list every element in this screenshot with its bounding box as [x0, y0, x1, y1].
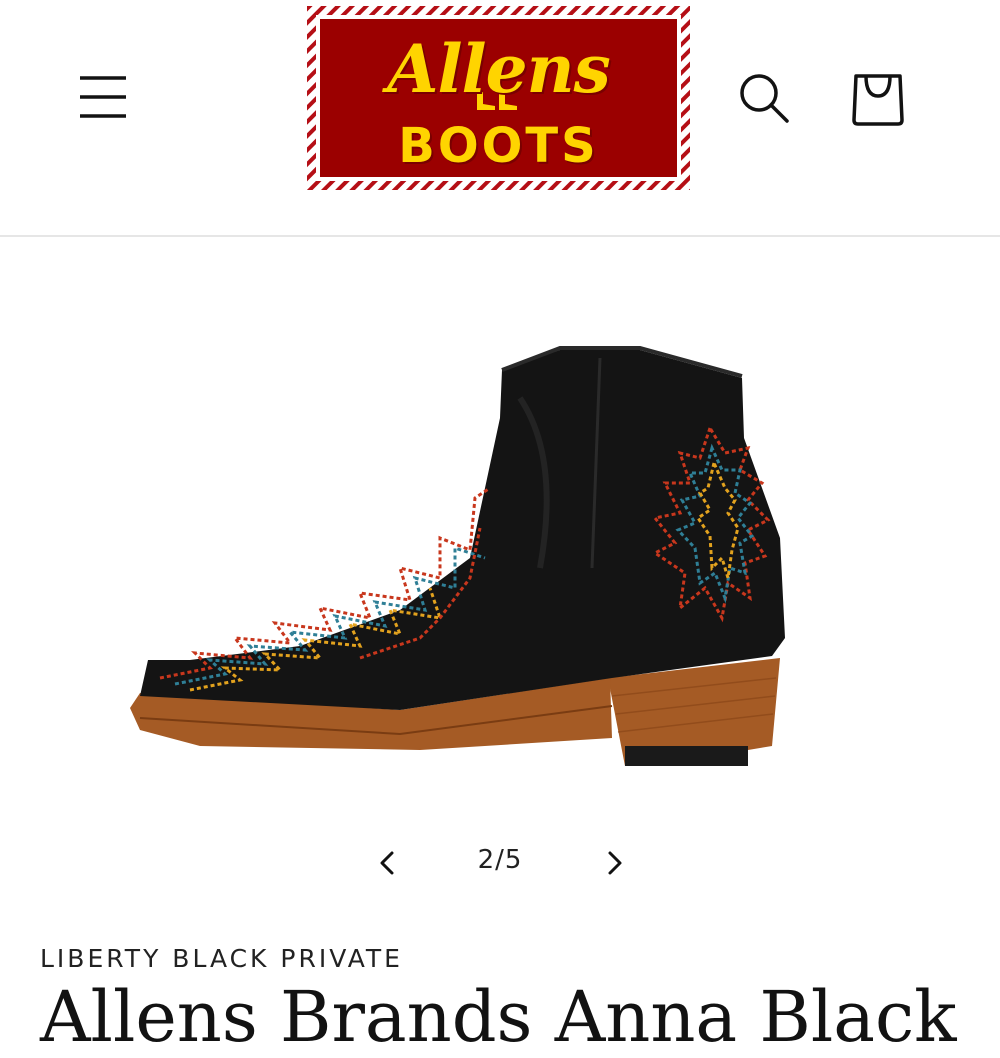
- product-vendor: LIBERTY BLACK PRIVATE: [40, 944, 403, 973]
- site-header: Allens BOOTS: [0, 0, 1000, 237]
- product-title: Allens Brands Anna Black: [40, 976, 957, 1058]
- slide-counter: 2/5: [477, 845, 523, 875]
- next-slide-button[interactable]: [594, 843, 634, 883]
- chevron-right-icon: [608, 851, 622, 875]
- gallery-pagination: 2/5: [0, 835, 1000, 891]
- shopping-bag-icon: [852, 74, 904, 126]
- hamburger-menu-icon: [80, 76, 126, 118]
- logo-boots-text: BOOTS: [398, 118, 599, 174]
- previous-slide-button[interactable]: [368, 843, 408, 883]
- menu-button[interactable]: [74, 70, 132, 124]
- product-gallery[interactable]: [0, 238, 1000, 808]
- header-divider: [0, 235, 1000, 237]
- chevron-left-icon: [380, 851, 394, 875]
- search-icon: [740, 74, 789, 123]
- product-image[interactable]: [0, 238, 1000, 808]
- search-button[interactable]: [734, 68, 794, 128]
- cart-button[interactable]: [846, 66, 910, 128]
- logo-script-text: Allens: [387, 30, 611, 108]
- site-logo[interactable]: Allens BOOTS: [307, 6, 690, 190]
